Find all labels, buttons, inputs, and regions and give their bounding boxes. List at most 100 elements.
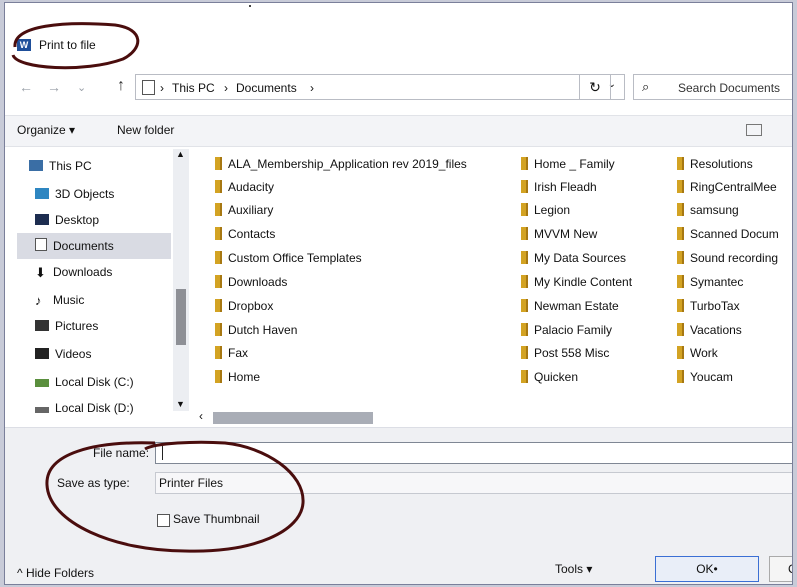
file-name-input[interactable] [155, 442, 792, 464]
file-horizontal-scrollbar[interactable]: ‹ [193, 409, 792, 425]
folder-icon [677, 157, 684, 170]
folder-item[interactable]: Resolutions [677, 153, 753, 175]
scroll-left-icon[interactable]: ‹ [199, 409, 203, 423]
up-arrow-icon[interactable]: ↑ [117, 77, 125, 95]
folder-item[interactable]: RingCentralMee [677, 176, 777, 198]
folder-item[interactable]: Symantec [677, 271, 743, 293]
folder-item[interactable]: Audacity [215, 176, 274, 198]
folder-item[interactable]: Irish Fleadh [521, 176, 597, 198]
folder-item[interactable]: Home _ Family [521, 153, 615, 175]
search-box[interactable]: ⌕ Search Documents [633, 74, 792, 100]
folder-icon [677, 203, 684, 216]
folder-icon [215, 227, 222, 240]
music-icon: ♪ [35, 293, 42, 308]
scroll-thumb[interactable] [176, 289, 186, 345]
folder-item[interactable]: Dropbox [215, 295, 273, 317]
word-app-icon: W [17, 39, 31, 51]
folder-icon [521, 275, 528, 288]
folder-item[interactable]: Post 558 Misc [521, 342, 609, 364]
sidebar-item-music[interactable]: ♪ Music [35, 287, 185, 313]
cube-icon [35, 188, 49, 199]
folder-item[interactable]: Dutch Haven [215, 319, 297, 341]
folder-icon [521, 180, 528, 193]
sidebar-item-3d-objects[interactable]: 3D Objects [35, 181, 185, 207]
scroll-up-icon[interactable]: ▲ [176, 149, 185, 159]
save-thumbnail-checkbox[interactable] [157, 514, 170, 527]
refresh-button[interactable]: ↻ [579, 74, 611, 100]
command-bar: Organize ▾ New folder [5, 115, 792, 147]
folder-icon [521, 157, 528, 170]
folder-icon [215, 299, 222, 312]
scroll-down-icon[interactable]: ▼ [176, 399, 185, 409]
pc-icon [29, 160, 43, 171]
crumb-separator[interactable]: › [310, 81, 314, 95]
tools-dropdown[interactable]: Tools ▾ [555, 562, 592, 576]
back-arrow-icon[interactable]: ← [19, 79, 33, 95]
view-options-icon[interactable] [746, 124, 762, 136]
folder-item[interactable]: Vacations [677, 319, 742, 341]
forward-arrow-icon[interactable]: → [47, 79, 61, 95]
organize-button[interactable]: Organize ▾ [17, 123, 75, 137]
folder-item[interactable]: Scanned Docum [677, 223, 779, 245]
folder-item[interactable]: My Data Sources [521, 247, 626, 269]
folder-icon [521, 323, 528, 336]
sidebar-item-this-pc[interactable]: This PC [29, 153, 179, 179]
folder-icon [521, 370, 528, 383]
folder-item[interactable]: Legion [521, 199, 570, 221]
sidebar-item-desktop[interactable]: Desktop [35, 207, 185, 233]
folder-item[interactable]: TurboTax [677, 295, 740, 317]
hide-folders-button[interactable]: ^ Hide Folders [17, 566, 94, 580]
folder-item[interactable]: Custom Office Templates [215, 247, 362, 269]
crumb-this-pc[interactable]: This PC [172, 81, 215, 95]
folder-item[interactable]: Auxiliary [215, 199, 273, 221]
navigation-pane: This PC 3D Objects Desktop Documents ⬇ Do… [5, 149, 191, 415]
folder-icon [521, 203, 528, 216]
folder-icon [215, 346, 222, 359]
folder-item[interactable]: Work [677, 342, 718, 364]
folder-icon [677, 299, 684, 312]
save-dialog: W Print to file ← → ⌄ ↑ › This PC › Docu… [4, 2, 793, 585]
folder-icon [215, 323, 222, 336]
crumb-documents[interactable]: Documents [236, 81, 297, 95]
cancel-button[interactable]: Ca [769, 556, 792, 582]
address-row: ← → ⌄ ↑ › This PC › Documents › ⌄ ↻ ⌕ Se… [5, 71, 792, 103]
folder-item[interactable]: Palacio Family [521, 319, 612, 341]
recent-locations-icon[interactable]: ⌄ [77, 81, 86, 94]
sidebar-item-videos[interactable]: Videos [35, 341, 185, 367]
sidebar-item-local-disk-d[interactable]: Local Disk (D:) [35, 395, 185, 421]
folder-item[interactable]: Home [215, 366, 260, 388]
sidebar-item-documents[interactable]: Documents [17, 233, 171, 259]
folder-item[interactable]: MVVM New [521, 223, 597, 245]
new-folder-button[interactable]: New folder [117, 123, 174, 137]
folder-item[interactable]: My Kindle Content [521, 271, 632, 293]
address-bar[interactable]: › This PC › Documents › ⌄ [135, 74, 625, 100]
sidebar-item-downloads[interactable]: ⬇ Downloads [35, 259, 185, 285]
save-thumbnail-label[interactable]: Save Thumbnail [173, 512, 260, 526]
folder-icon [215, 157, 222, 170]
folder-item[interactable]: Contacts [215, 223, 275, 245]
folder-item[interactable]: ALA_Membership_Application rev 2019_file… [215, 153, 467, 175]
search-placeholder: Search Documents [678, 81, 781, 95]
save-form-panel: File name: Save as type: Printer Files S… [5, 427, 792, 584]
save-type-select[interactable]: Printer Files [155, 472, 792, 494]
folder-item[interactable]: Downloads [215, 271, 287, 293]
folder-item[interactable]: Newman Estate [521, 295, 619, 317]
folder-item[interactable]: Quicken [521, 366, 578, 388]
folder-item[interactable]: Youcam [677, 366, 733, 388]
video-icon [35, 348, 49, 359]
save-type-label: Save as type: [57, 476, 130, 490]
sidebar-item-local-disk-c[interactable]: Local Disk (C:) [35, 369, 185, 395]
nav-vertical-scrollbar[interactable]: ▲ ▼ [173, 149, 189, 411]
folder-item[interactable]: Sound recording [677, 247, 778, 269]
document-icon [35, 238, 47, 251]
window-title: Print to file [39, 38, 96, 52]
crumb-separator: › [160, 81, 164, 95]
folder-icon [215, 370, 222, 383]
folder-item[interactable]: Fax [215, 342, 248, 364]
folder-icon [677, 227, 684, 240]
scroll-thumb[interactable] [213, 412, 373, 424]
ok-button[interactable]: OK• [655, 556, 759, 582]
folder-item[interactable]: samsung [677, 199, 739, 221]
sidebar-item-pictures[interactable]: Pictures [35, 313, 185, 339]
folder-icon [677, 180, 684, 193]
